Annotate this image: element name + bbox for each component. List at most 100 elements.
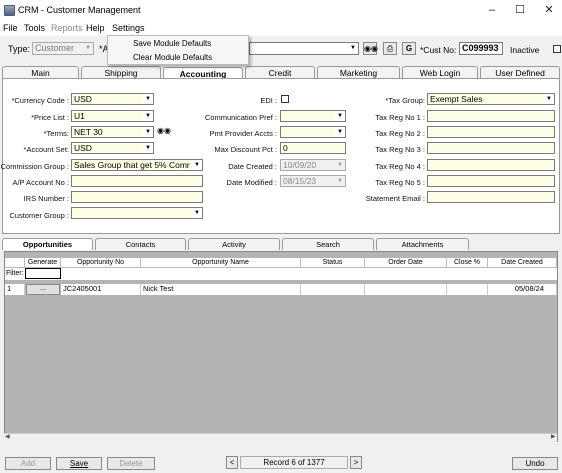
tax-reg-no-4-field[interactable] xyxy=(427,159,555,171)
menu-settings[interactable]: Settings xyxy=(112,23,145,33)
save-module-defaults-item[interactable]: Save Module Defaults xyxy=(133,39,211,48)
date-created-label: Date Created : xyxy=(228,162,277,171)
column-header-order-date[interactable]: Order Date xyxy=(365,258,447,268)
date-modified-field[interactable]: 08/15/23 ▼ xyxy=(280,175,346,187)
tax-group-select[interactable]: Exempt Sales ▼ xyxy=(427,93,555,105)
irs-number-field[interactable] xyxy=(71,191,203,203)
pmt-provider-accts-label: Pmt Provider Accts : xyxy=(209,129,277,138)
save-button[interactable]: Save xyxy=(56,457,102,470)
statement-email-label: Statement Email : xyxy=(365,194,425,203)
menu-file[interactable]: File xyxy=(3,23,18,33)
type-label: Type: xyxy=(8,44,31,54)
chevron-down-icon: ▼ xyxy=(143,143,153,153)
tax-reg-no-4-label: Tax Reg No 4 : xyxy=(375,162,425,171)
previous-record-icon[interactable]: < xyxy=(226,456,238,469)
max-discount-pct-label: Max Discount Pct : xyxy=(214,145,277,154)
customer-group-select[interactable]: ▼ xyxy=(71,207,203,219)
column-header-close-pct[interactable]: Close % xyxy=(447,258,488,268)
binoculars-icon[interactable]: ◉◉ xyxy=(363,42,378,55)
max-discount-pct-field[interactable]: 0 xyxy=(280,142,346,154)
scroll-left-icon[interactable]: ◀ xyxy=(5,433,10,440)
tab-attachments[interactable]: Attachments xyxy=(376,238,469,250)
communication-pref-select[interactable]: ▼ xyxy=(280,110,346,122)
filter-input[interactable] xyxy=(25,268,61,279)
column-header-opportunity-no[interactable]: Opportunity No xyxy=(61,258,141,268)
chevron-down-icon: ▼ xyxy=(335,127,345,137)
inactive-label: Inactive xyxy=(510,45,540,55)
tab-search[interactable]: Search xyxy=(282,238,374,250)
undo-button[interactable]: Undo xyxy=(512,457,558,470)
cell-opportunity-name[interactable]: Nick Test xyxy=(141,284,301,295)
menu-tools[interactable]: Tools xyxy=(24,23,45,33)
edi-label: EDI : xyxy=(260,96,277,105)
binoculars-icon[interactable]: ◉◉ xyxy=(157,125,171,138)
chevron-down-icon: ▼ xyxy=(335,176,345,186)
print-icon[interactable]: ⎙ xyxy=(383,42,397,55)
tab-contacts[interactable]: Contacts xyxy=(95,238,186,250)
column-header-status[interactable]: Status xyxy=(301,258,365,268)
currency-code-select[interactable]: USD ▼ xyxy=(71,93,154,105)
cell-opportunity-no[interactable]: JC2405001 xyxy=(61,284,141,295)
column-header-date-created[interactable]: Date Created xyxy=(488,258,557,268)
clear-module-defaults-item[interactable]: Clear Module Defaults xyxy=(133,53,212,62)
price-list-select[interactable]: U1 ▼ xyxy=(71,110,154,122)
tax-reg-no-1-field[interactable] xyxy=(427,110,555,122)
cell-order-date[interactable] xyxy=(365,284,447,295)
menu-reports[interactable]: Reports xyxy=(51,23,83,33)
cell-status[interactable] xyxy=(301,284,365,295)
settings-dropdown: Save Module Defaults Clear Module Defaul… xyxy=(107,35,249,65)
grid-corner-header xyxy=(5,258,25,268)
tab-activity[interactable]: Activity xyxy=(188,238,280,250)
account-set-select[interactable]: USD ▼ xyxy=(71,142,154,154)
scroll-right-icon[interactable]: ▶ xyxy=(551,433,556,440)
chevron-down-icon: ▼ xyxy=(143,127,153,137)
chevron-down-icon: ▼ xyxy=(83,43,93,53)
statement-email-field[interactable] xyxy=(427,191,555,203)
type-select[interactable]: Customer ▼ xyxy=(32,42,94,55)
tax-reg-no-3-label: Tax Reg No 3 : xyxy=(375,145,425,154)
tax-reg-no-3-field[interactable] xyxy=(427,142,555,154)
maximize-icon[interactable]: ☐ xyxy=(512,3,528,17)
add-button[interactable]: Add xyxy=(5,457,51,470)
tax-reg-no-2-field[interactable] xyxy=(427,126,555,138)
horizontal-scrollbar[interactable] xyxy=(4,433,557,442)
communication-pref-label: Communication Pref : xyxy=(204,113,277,122)
pmt-provider-accts-select[interactable]: ▼ xyxy=(280,126,346,138)
minimize-icon[interactable]: – xyxy=(484,3,500,17)
next-record-icon[interactable]: > xyxy=(350,456,362,469)
filter-label: Filter: xyxy=(6,270,24,277)
currency-code-label: *Currency Code : xyxy=(11,96,69,105)
tab-opportunities[interactable]: Opportunities xyxy=(2,238,93,250)
ap-account-no-field[interactable] xyxy=(71,175,203,187)
g-button[interactable]: G xyxy=(402,42,416,55)
filter-row xyxy=(5,268,557,280)
terms-select[interactable]: NET 30 ▼ xyxy=(71,126,154,138)
menu-help[interactable]: Help xyxy=(86,23,105,33)
cust-no-field[interactable]: C099993 xyxy=(459,42,503,55)
chevron-down-icon: ▼ xyxy=(335,111,345,121)
chevron-down-icon: ▼ xyxy=(192,208,202,218)
chevron-down-icon: ▼ xyxy=(143,111,153,121)
commission-group-label: Commission Group : xyxy=(0,162,69,171)
commission-group-select[interactable]: Sales Group that get 5% Comr ▼ xyxy=(71,159,203,171)
close-icon[interactable]: ✕ xyxy=(541,3,557,17)
inactive-checkbox[interactable] xyxy=(553,45,561,53)
ap-account-no-label: A/P Account No : xyxy=(12,178,69,187)
date-modified-label: Date Modified : xyxy=(226,178,277,187)
chevron-down-icon: ▼ xyxy=(335,160,345,170)
column-header-opportunity-name[interactable]: Opportunity Name xyxy=(141,258,301,268)
customer-name-select[interactable]: ▼ xyxy=(249,42,359,55)
tax-reg-no-2-label: Tax Reg No 2 : xyxy=(375,129,425,138)
customer-group-label: Customer Group : xyxy=(9,211,69,220)
cell-date-created[interactable]: 05/08/24 xyxy=(488,284,557,295)
edi-checkbox[interactable] xyxy=(281,95,289,103)
generate-button[interactable]: ... xyxy=(26,284,60,295)
tax-reg-no-5-field[interactable] xyxy=(427,175,555,187)
account-set-label: *Account Set: xyxy=(23,145,69,154)
terms-label: *Terms: xyxy=(43,129,69,138)
date-created-field[interactable]: 10/09/20 ▼ xyxy=(280,159,346,171)
cell-close-pct[interactable] xyxy=(447,284,488,295)
chevron-down-icon: ▼ xyxy=(143,94,153,104)
column-header-generate[interactable]: Generate xyxy=(25,258,61,268)
delete-button[interactable]: Delete xyxy=(107,457,155,470)
